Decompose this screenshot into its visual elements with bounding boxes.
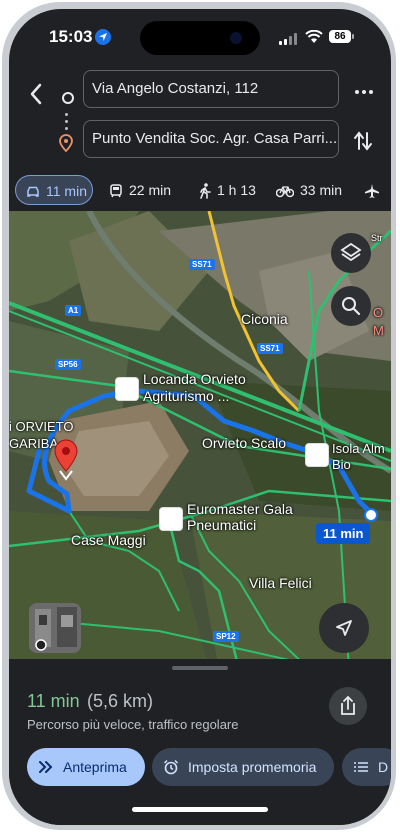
tab-transit-label: 22 min	[129, 182, 172, 198]
street-view-thumbnail[interactable]	[29, 603, 81, 653]
map-search-button[interactable]	[331, 286, 371, 326]
map-label-edge-m: M	[373, 323, 384, 338]
location-arrow-icon	[95, 29, 111, 45]
map-label-case-maggi: Case Maggi	[71, 532, 146, 548]
app-screen: 15:03 86 Via Angelo Costanzi, 112 Punto …	[9, 9, 391, 825]
wifi-icon	[305, 30, 323, 43]
origin-input[interactable]: Via Angelo Costanzi, 112	[83, 70, 339, 108]
map-label-ciconia: Ciconia	[241, 311, 288, 327]
bike-icon	[275, 186, 295, 198]
tab-flights[interactable]	[364, 175, 386, 205]
destination-marker-icon[interactable]	[53, 439, 79, 481]
route-description: Percorso più veloce, traffico regolare	[27, 717, 239, 732]
preview-button[interactable]: Anteprima	[27, 748, 145, 786]
share-icon	[341, 695, 355, 715]
map-label-isola-2: Bio	[332, 457, 351, 472]
map-label-euromaster: Euromaster Gala	[187, 501, 293, 517]
car-icon	[27, 187, 39, 198]
back-button[interactable]	[23, 79, 49, 109]
status-bar: 15:03 86	[9, 9, 391, 65]
map-label-villa-felici: Villa Felici	[249, 575, 312, 591]
map-label-edge-street: Str	[371, 233, 383, 243]
home-indicator[interactable]	[132, 807, 268, 812]
route-connector-dots	[65, 113, 68, 134]
alarm-clock-icon	[163, 759, 179, 775]
plane-icon	[365, 184, 379, 199]
route-distance: (5,6 km)	[87, 691, 154, 711]
tab-walking[interactable]: 1 h 13	[199, 175, 256, 205]
poi-euromaster-logo-icon[interactable]	[159, 507, 183, 531]
map-label-euromaster-2: Pneumatici	[187, 517, 257, 533]
road-badge-sp12: SP12	[213, 631, 239, 642]
tab-walking-label: 1 h 13	[217, 182, 256, 198]
map-label-orvieto: i ORVIETO	[9, 419, 74, 434]
walk-icon	[200, 183, 211, 200]
tab-cycling-label: 33 min	[300, 182, 343, 198]
road-badge-ss71-north: SS71	[189, 259, 215, 270]
layers-button[interactable]	[331, 233, 371, 273]
travel-mode-tabs: 11 min 22 min 1 h 13 33 min	[9, 175, 391, 215]
tab-driving[interactable]: 11 min	[15, 175, 93, 205]
swap-directions-icon[interactable]	[353, 129, 373, 153]
poi-locanda-logo-icon[interactable]	[115, 377, 139, 401]
road-badge-sp56: SP56	[55, 359, 81, 370]
origin-marker-icon	[364, 508, 378, 522]
battery-indicator: 86	[329, 30, 354, 43]
start-navigation-button[interactable]	[319, 603, 369, 653]
route-summary-sheet: 11 min (5,6 km) Percorso più veloce, tra…	[9, 659, 391, 825]
origin-dot-icon	[62, 92, 74, 104]
steps-button-label: D	[378, 759, 389, 775]
map-label-orvieto-scalo: Orvieto Scalo	[202, 435, 287, 451]
set-reminder-button-label: Imposta promemoria	[188, 759, 317, 775]
map-label-locanda: Locanda Orvieto	[143, 371, 246, 387]
layers-icon	[340, 242, 362, 262]
destination-pin-icon	[59, 134, 73, 152]
tab-transit[interactable]: 22 min	[109, 175, 171, 205]
double-chevron-icon	[39, 761, 53, 773]
tab-driving-label: 11 min	[46, 183, 87, 199]
route-duration-label[interactable]: 11 min	[316, 523, 371, 544]
list-icon	[354, 762, 368, 772]
navigation-arrow-icon	[336, 620, 352, 636]
train-icon	[110, 184, 122, 198]
cellular-signal-icon	[279, 33, 297, 45]
satellite-map[interactable]: Ciconia Locanda Orvieto Agriturismo ... …	[9, 211, 391, 669]
status-time: 15:03	[49, 27, 93, 46]
set-reminder-button[interactable]: Imposta promemoria	[152, 748, 334, 786]
dynamic-island	[140, 21, 260, 55]
map-label-edge-o: O	[373, 305, 384, 320]
road-badge-ss71-south: SS71	[257, 343, 283, 354]
more-options-icon[interactable]	[353, 87, 375, 97]
map-label-locanda-2: Agriturismo ...	[143, 388, 230, 404]
map-label-isola: Isola Alm	[332, 441, 385, 456]
search-icon	[342, 297, 361, 316]
steps-button[interactable]: D	[342, 748, 391, 786]
tab-cycling[interactable]: 33 min	[275, 175, 343, 205]
sheet-drag-handle[interactable]	[172, 666, 228, 670]
poi-isola-logo-icon[interactable]	[305, 443, 329, 467]
road-badge-a1: A1	[65, 305, 82, 316]
route-eta: 11 min	[27, 691, 80, 711]
destination-input[interactable]: Punto Vendita Soc. Agr. Casa Parri...	[83, 120, 339, 158]
preview-button-label: Anteprima	[63, 759, 127, 775]
map-label-gariba: GARIBA	[9, 436, 59, 451]
share-button[interactable]	[329, 687, 367, 725]
